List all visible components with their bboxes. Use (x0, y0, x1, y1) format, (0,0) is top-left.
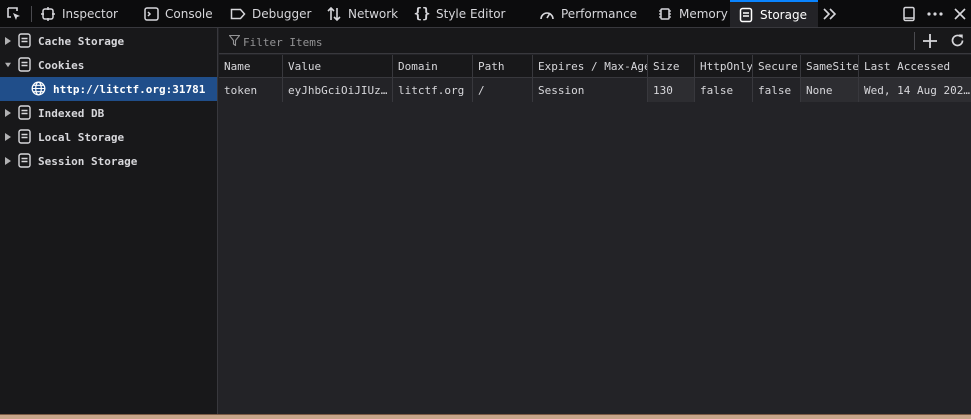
globe-icon (31, 81, 47, 97)
options-menu-button[interactable] (927, 0, 949, 27)
tab-network[interactable]: Network (326, 0, 398, 27)
cookie-table-header: Name Value Domain Path Expires / Max-Age… (219, 55, 971, 78)
filter-bar (219, 28, 971, 54)
storage-icon (18, 129, 32, 145)
tab-label: Performance (561, 6, 638, 21)
console-icon (143, 6, 159, 22)
storage-icon (738, 7, 754, 23)
cell-value[interactable]: eyJhbGciOiJIUz… (283, 78, 393, 102)
tree-item-label: http://litctf.org:31781 (53, 82, 206, 96)
collapsed-arrow-icon[interactable] (5, 37, 11, 45)
table-row[interactable]: token eyJhbGciOiJIUz… litctf.org / Sessi… (219, 78, 971, 102)
add-item-button[interactable] (921, 33, 939, 51)
chevrons-right-icon (822, 6, 838, 22)
tree-item-label: Cache Storage (38, 34, 125, 48)
collapsed-arrow-icon[interactable] (5, 109, 11, 117)
cell-domain[interactable]: litctf.org (393, 78, 473, 102)
refresh-button[interactable] (948, 33, 966, 51)
tab-label: Network (348, 6, 399, 21)
tab-inspector[interactable]: Inspector (40, 0, 118, 27)
cell-secure[interactable]: false (753, 78, 801, 102)
tab-debugger[interactable]: Debugger (230, 0, 311, 27)
storage-tree: Cache Storage Cookies http://litctf.org:… (0, 28, 218, 415)
tree-item-indexed-db[interactable]: Indexed DB (0, 101, 217, 125)
column-header-name[interactable]: Name (219, 55, 283, 77)
filter-separator (914, 32, 915, 50)
cell-size[interactable]: 130 (648, 78, 695, 102)
toolbar-separator (31, 6, 32, 22)
cell-samesite[interactable]: None (801, 78, 859, 102)
tree-item-label: Cookies (38, 58, 85, 72)
tree-item-label: Indexed DB (38, 106, 105, 120)
storage-icon (18, 57, 32, 73)
tab-storage[interactable]: Storage (730, 0, 818, 27)
table-empty-area (219, 102, 971, 415)
tree-item-cookie-origin[interactable]: http://litctf.org:31781 (0, 77, 217, 101)
collapsed-arrow-icon[interactable] (5, 133, 11, 141)
debugger-icon (230, 6, 246, 22)
column-header-value[interactable]: Value (283, 55, 393, 77)
expanded-arrow-icon[interactable] (5, 62, 11, 68)
storage-icon (18, 105, 32, 121)
element-picker-button[interactable] (6, 0, 26, 27)
column-header-domain[interactable]: Domain (393, 55, 473, 77)
tab-style-editor[interactable]: {} Style Editor (413, 0, 506, 27)
column-header-httponly[interactable]: HttpOnly (695, 55, 753, 77)
filter-input[interactable] (241, 31, 925, 53)
tab-memory[interactable]: Memory (657, 0, 728, 27)
window-bottom-edge (0, 414, 971, 419)
storage-icon (18, 153, 32, 169)
cell-httponly[interactable]: false (695, 78, 753, 102)
column-header-secure[interactable]: Secure (753, 55, 801, 77)
column-header-path[interactable]: Path (473, 55, 533, 77)
tree-item-session-storage[interactable]: Session Storage (0, 149, 217, 173)
collapsed-arrow-icon[interactable] (5, 157, 11, 165)
tab-performance[interactable]: Performance (539, 0, 637, 27)
column-header-samesite[interactable]: SameSite (801, 55, 859, 77)
filter-icon (228, 34, 241, 49)
tab-label: Storage (760, 7, 807, 22)
tree-item-label: Local Storage (38, 130, 125, 144)
tab-label: Inspector (62, 6, 118, 21)
inspector-icon (40, 6, 56, 22)
column-header-last-accessed[interactable]: Last Accessed (859, 55, 971, 77)
cell-path[interactable]: / (473, 78, 533, 102)
refresh-icon (950, 33, 965, 51)
tree-item-cache-storage[interactable]: Cache Storage (0, 29, 217, 53)
column-header-size[interactable]: Size (648, 55, 695, 77)
memory-icon (657, 6, 673, 22)
tree-item-local-storage[interactable]: Local Storage (0, 125, 217, 149)
cell-name[interactable]: token (219, 78, 283, 102)
performance-icon (539, 6, 555, 22)
close-icon (952, 6, 968, 22)
tab-label: Console (165, 6, 213, 21)
tree-item-cookies[interactable]: Cookies (0, 53, 217, 77)
network-icon (326, 6, 342, 22)
storage-icon (18, 33, 32, 49)
devtools-toolbar: Inspector Console Debugger Network {} St… (0, 0, 971, 28)
style-editor-icon: {} (413, 5, 431, 22)
dock-side-button[interactable] (901, 0, 923, 27)
tab-console[interactable]: Console (143, 0, 213, 27)
close-devtools-button[interactable] (952, 0, 971, 27)
element-picker-icon (6, 6, 22, 22)
cell-expires[interactable]: Session (533, 78, 648, 102)
tab-label: Style Editor (436, 6, 506, 21)
plus-icon (923, 33, 937, 51)
tab-label: Memory (679, 6, 728, 21)
tree-item-label: Session Storage (38, 154, 138, 168)
more-options-icon (927, 6, 943, 22)
more-tools-button[interactable] (822, 0, 844, 27)
column-header-expires[interactable]: Expires / Max-Age (533, 55, 648, 77)
cell-last-accessed[interactable]: Wed, 14 Aug 202… (859, 78, 971, 102)
dock-side-icon (901, 6, 917, 22)
tab-label: Debugger (252, 6, 312, 21)
